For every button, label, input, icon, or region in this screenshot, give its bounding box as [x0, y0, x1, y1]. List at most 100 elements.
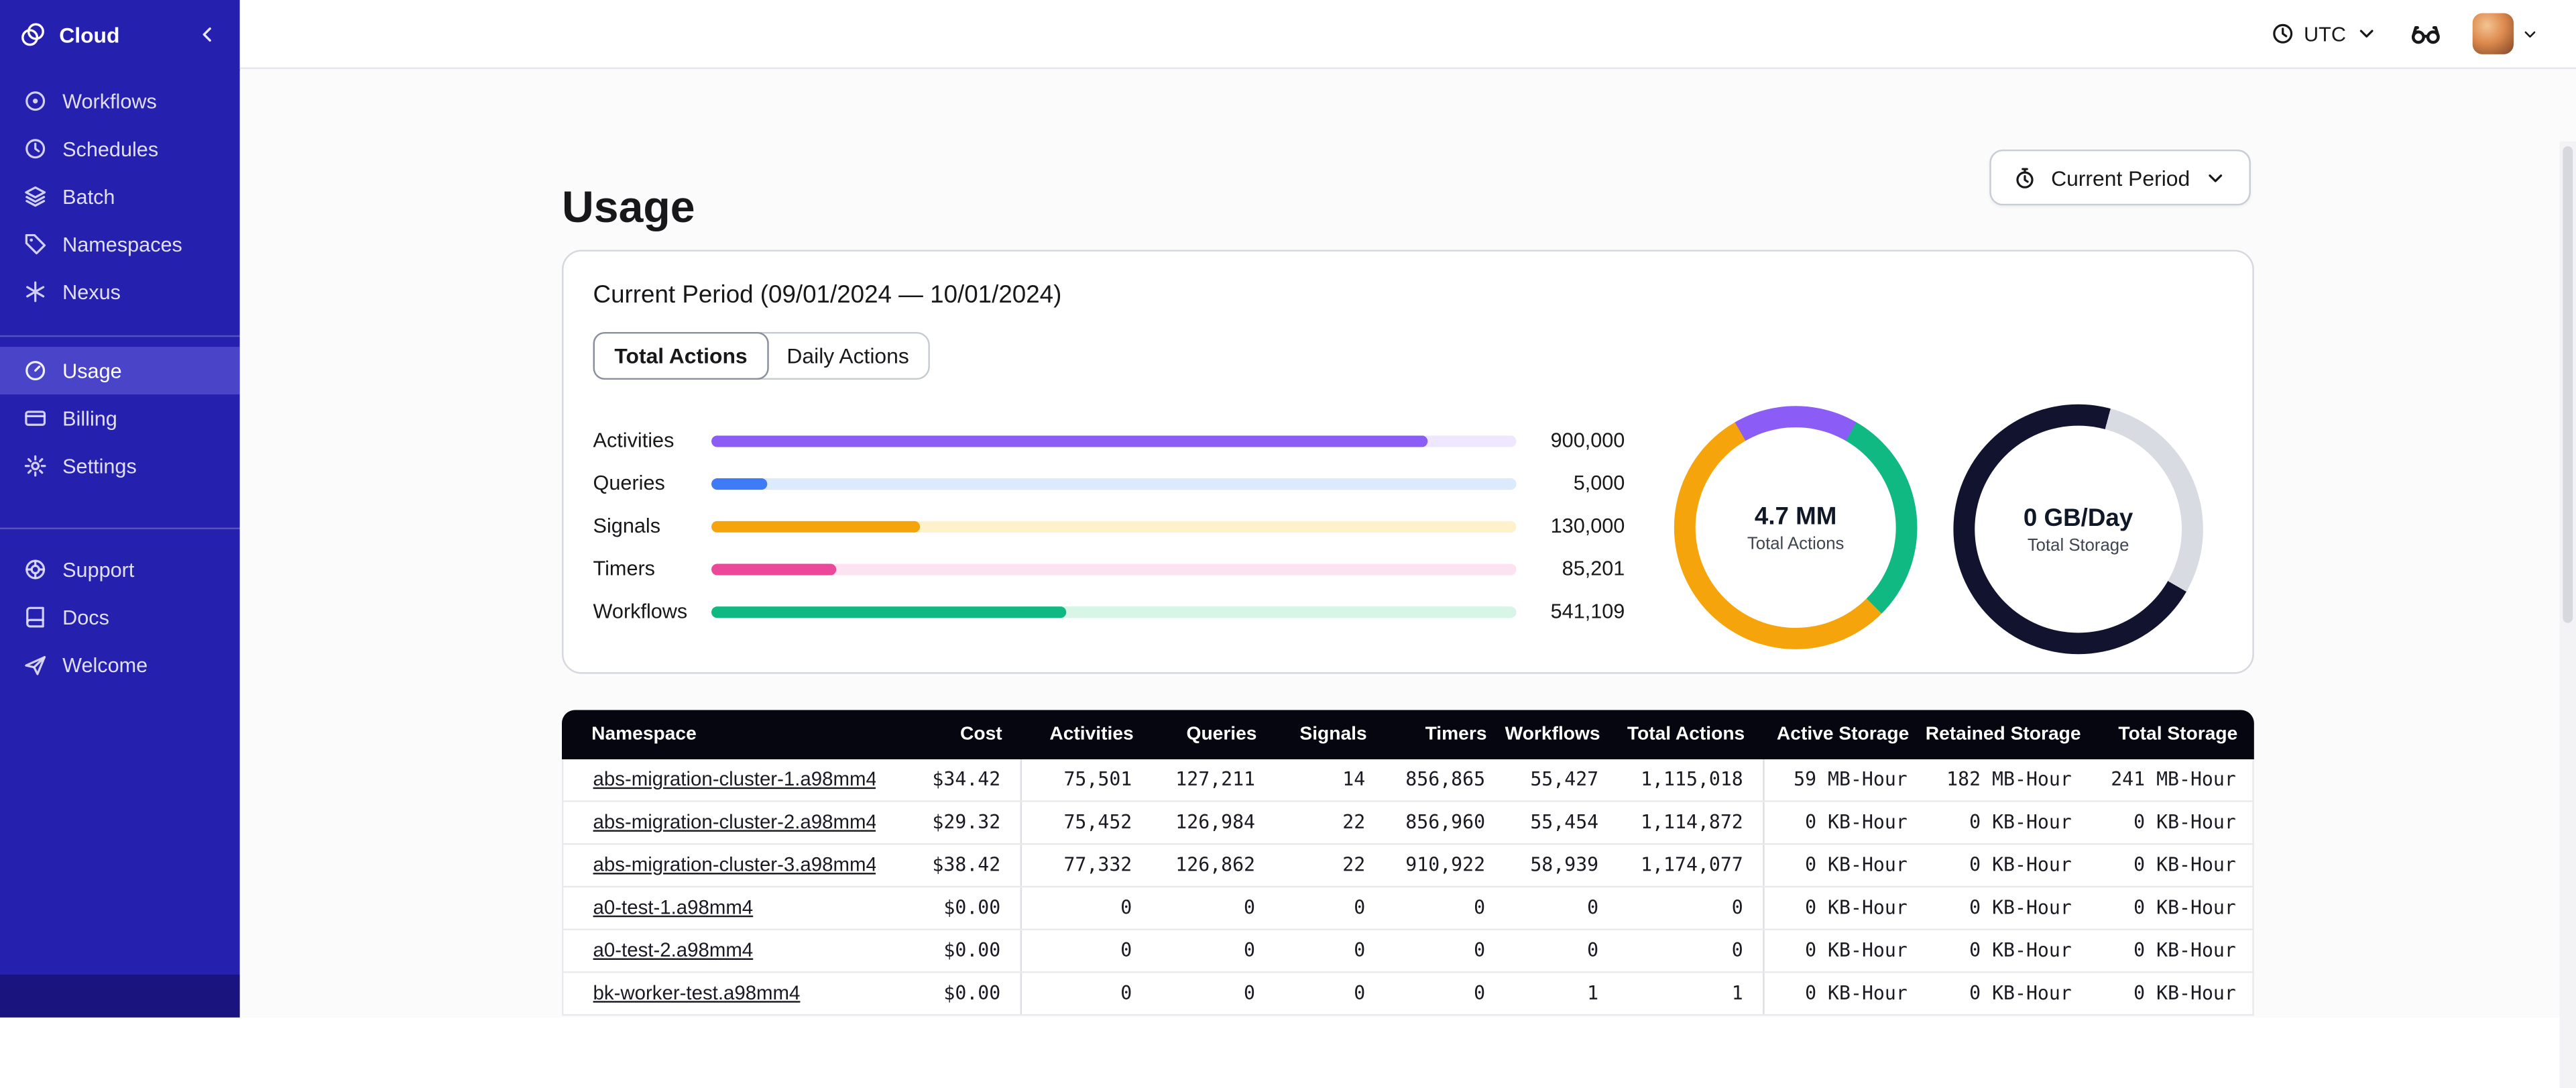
table-cell: 1,114,872: [1641, 810, 1743, 834]
usage-icon: [23, 358, 48, 383]
table-cell: 0: [1474, 981, 1486, 1005]
table-cell: 55,454: [1530, 810, 1599, 834]
table-cell: 0 KB-Hour: [1763, 845, 1927, 886]
namespace-link[interactable]: abs-migration-cluster-2.a98mm4: [563, 802, 876, 843]
sidebar-item-label: Nexus: [62, 280, 121, 304]
table-cell: 0: [1354, 895, 1366, 919]
bar-track: [711, 477, 1517, 489]
table-cell: $34.42: [932, 767, 1001, 791]
sidebar-nav-group: Support Docs Welcome: [0, 527, 240, 697]
timezone-selector[interactable]: UTC: [2271, 21, 2379, 46]
table-cell: 0 KB-Hour: [1763, 973, 1927, 1014]
actions-tab-group: Total Actions Daily Actions: [593, 331, 931, 380]
bar-category-label: Workflows: [593, 600, 688, 623]
table-cell: 0: [1731, 938, 1743, 962]
namespace-usage-table: Namespace Cost Activities Queries Signals Tim…: [562, 710, 2254, 1016]
sidebar-collapse-button[interactable]: [194, 21, 220, 48]
batch-icon: [23, 184, 48, 209]
table-cell: 856,960: [1405, 810, 1486, 834]
column-header-active-storage: Active Storage: [1776, 724, 1910, 745]
timezone-label: UTC: [2304, 22, 2347, 46]
tab-total-actions[interactable]: Total Actions: [593, 331, 769, 380]
sidebar-nav-group: Workflows Schedules Batch Namespaces Nexus: [0, 69, 240, 324]
table-cell: 58,939: [1530, 853, 1599, 877]
sidebar-item-welcome[interactable]: Welcome: [0, 641, 240, 689]
sidebar-item-label: Usage: [62, 359, 122, 382]
total-actions-value: 4.7 MM: [1754, 502, 1837, 531]
bar-value: 541,109: [1550, 600, 1625, 623]
namespace-link[interactable]: abs-migration-cluster-1.a98mm4: [563, 759, 876, 800]
table-cell: 182 MB-Hour: [1946, 767, 2072, 791]
table-cell: 126,984: [1175, 810, 1256, 834]
table-cell: 1,115,018: [1641, 767, 1743, 791]
namespace-link[interactable]: abs-migration-cluster-3.a98mm4: [563, 845, 876, 885]
table-row: bk-worker-test.a98mm4 $0.00 0 0 0 0 1 1 0 KB-Hou…: [562, 973, 2254, 1016]
sidebar-item-schedules[interactable]: Schedules: [0, 125, 240, 172]
namespace-link[interactable]: bk-worker-test.a98mm4: [563, 973, 876, 1014]
column-header-total-actions: Total Actions: [1627, 724, 1745, 745]
bar-fill: [711, 477, 768, 489]
sidebar-item-nexus[interactable]: Nexus: [0, 268, 240, 315]
bar-value: 130,000: [1550, 514, 1625, 538]
bar-value: 900,000: [1550, 429, 1625, 452]
bar-track: [711, 563, 1517, 575]
sidebar-item-workflows[interactable]: Workflows: [0, 77, 240, 125]
user-menu[interactable]: [2472, 13, 2540, 54]
bar-fill: [711, 563, 837, 575]
donut-center: 0 GB/Day Total Storage: [1975, 425, 2182, 633]
table-cell: 0 KB-Hour: [2133, 981, 2236, 1005]
sidebar-item-settings[interactable]: Settings: [0, 442, 240, 490]
usage-card: Current Period (09/01/2024 — 10/01/2024)…: [562, 250, 2254, 674]
sidebar-item-label: Support: [62, 557, 135, 582]
sidebar-item-label: Settings: [62, 454, 137, 478]
column-header-queries: Queries: [1186, 724, 1257, 745]
sidebar-nav: Workflows Schedules Batch Namespaces Nexus Us…: [0, 69, 240, 697]
sidebar-item-billing[interactable]: Billing: [0, 394, 240, 442]
sidebar-item-namespaces[interactable]: Namespaces: [0, 220, 240, 268]
table-row: abs-migration-cluster-1.a98mm4 $34.42 75,5…: [562, 759, 2254, 802]
sidebar-item-usage[interactable]: Usage: [0, 347, 240, 395]
glasses-icon[interactable]: [2408, 17, 2443, 51]
table-cell: 910,922: [1405, 853, 1486, 877]
sidebar-nav-group: Usage Billing Settings: [0, 335, 240, 498]
table-cell: 0 KB-Hour: [1969, 981, 2072, 1005]
brand: Cloud: [0, 0, 240, 69]
table-cell: 0: [1020, 930, 1152, 972]
workflows-icon: [23, 89, 48, 113]
period-selector-button[interactable]: Current Period: [1990, 149, 2251, 206]
tab-daily-actions[interactable]: Daily Actions: [767, 333, 929, 378]
main-content: Usage Current Period Current Period (09/…: [239, 70, 2576, 1088]
column-header-timers: Timers: [1425, 724, 1487, 745]
column-header-cost: Cost: [960, 724, 1002, 745]
table-cell: 0: [1244, 895, 1256, 919]
scrollbar-thumb[interactable]: [2563, 146, 2573, 623]
table-cell: 0: [1020, 887, 1152, 929]
table-cell: 59 MB-Hour: [1763, 759, 1927, 801]
namespace-link[interactable]: a0-test-2.a98mm4: [563, 930, 876, 971]
user-avatar: [2472, 13, 2514, 54]
table-row: abs-migration-cluster-2.a98mm4 $29.32 75,4…: [562, 802, 2254, 845]
bar-value: 5,000: [1573, 472, 1625, 495]
total-storage-label: Total Storage: [2027, 535, 2129, 555]
sidebar-item-label: Billing: [62, 406, 117, 430]
chevron-down-icon: [2354, 21, 2379, 46]
table-cell: $29.32: [932, 810, 1001, 834]
settings-icon: [23, 453, 48, 478]
sidebar-item-docs[interactable]: Docs: [0, 594, 240, 641]
sidebar-item-support[interactable]: Support: [0, 545, 240, 593]
table-cell: 0 KB-Hour: [1969, 810, 2072, 834]
table-cell: 0: [1244, 981, 1256, 1005]
sidebar-item-label: Welcome: [62, 653, 148, 677]
column-header-signals: Signals: [1299, 724, 1367, 745]
table-cell: 0 KB-Hour: [2133, 895, 2236, 919]
sidebar-item-batch[interactable]: Batch: [0, 172, 240, 220]
bar-category-label: Timers: [593, 557, 656, 580]
table-cell: 0: [1587, 938, 1599, 962]
table-cell: 0 KB-Hour: [1969, 853, 2072, 877]
namespace-link[interactable]: a0-test-1.a98mm4: [563, 887, 876, 928]
table-cell: 127,211: [1175, 767, 1256, 791]
table-header: Namespace Cost Activities Queries Signals Tim…: [562, 710, 2254, 760]
chevron-down-icon: [2203, 165, 2228, 190]
app-window: Cloud Workflows Schedules Batch Namespaces N…: [0, 0, 2576, 1088]
bar-fill: [711, 435, 1428, 447]
